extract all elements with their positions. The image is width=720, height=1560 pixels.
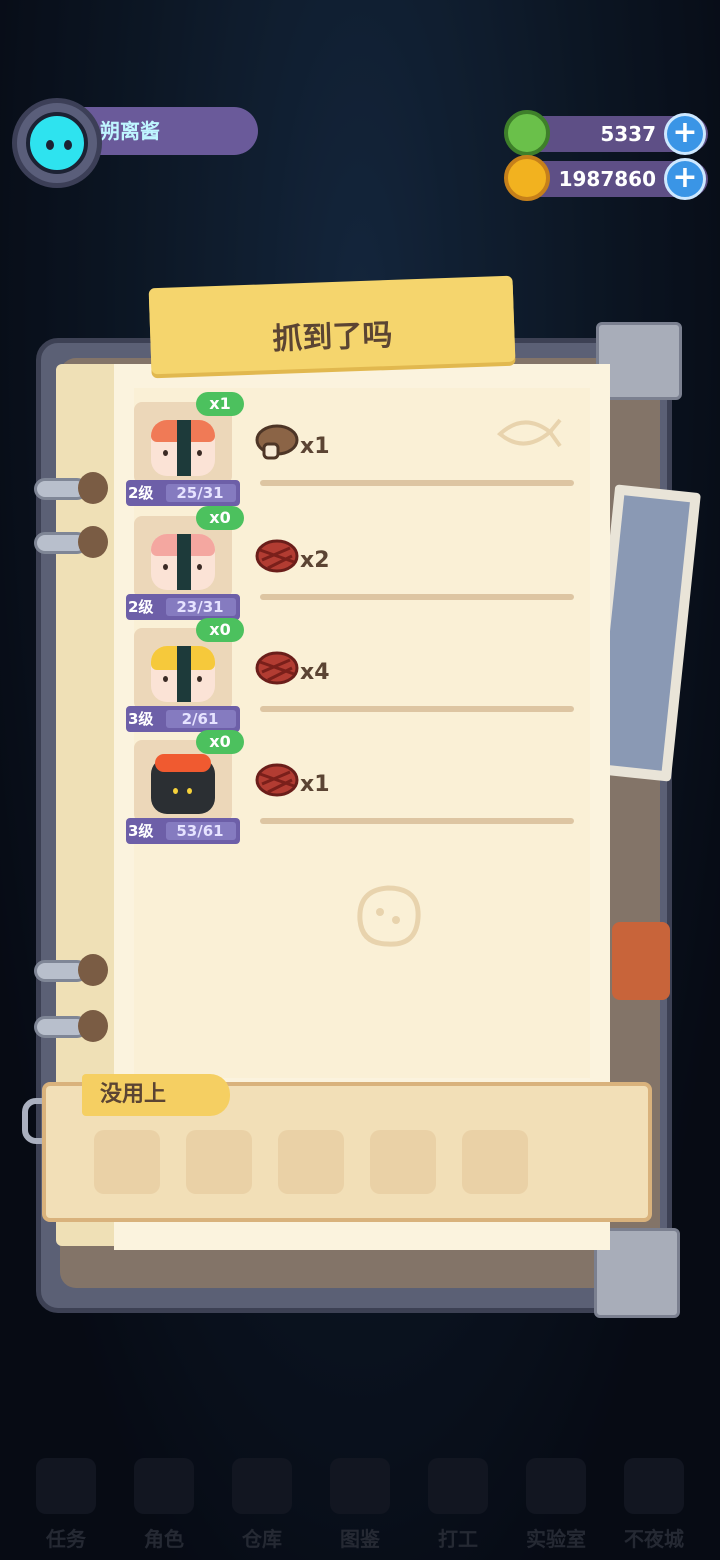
empty-slot[interactable] — [370, 1130, 436, 1194]
level-bar: 3级 2/61 — [126, 706, 240, 732]
level-label: 3级 — [128, 710, 154, 728]
shrimp-nigiri-icon — [151, 534, 215, 590]
gold-coin-icon — [504, 155, 550, 201]
list-item[interactable]: x0 3级 2/61 x4 — [126, 618, 586, 738]
title-tab: 抓到了吗 — [148, 275, 516, 375]
ingredient-count: x1 — [300, 772, 330, 797]
level-label: 2级 — [128, 598, 154, 616]
count-badge: x1 — [196, 392, 244, 416]
gem-value: 5337 — [600, 122, 656, 146]
level-bar: 2级 25/31 — [126, 480, 240, 506]
empty-slot[interactable] — [186, 1130, 252, 1194]
coin-counter: 1987860 + — [504, 155, 708, 201]
level-label: 2级 — [128, 484, 154, 502]
locked-ingredient-icon — [255, 763, 299, 797]
locked-ingredient-icon — [255, 539, 299, 573]
panel-title: 抓到了吗 — [271, 317, 394, 358]
avatar[interactable] — [12, 98, 102, 188]
level-label: 3级 — [128, 822, 154, 840]
divider — [260, 480, 574, 486]
add-coin-button[interactable]: + — [664, 158, 706, 200]
gem-counter: 5337 + — [504, 110, 708, 156]
level-progress: 25/31 — [176, 484, 224, 502]
level-bar: 3级 53/61 — [126, 818, 240, 844]
ingredient-count: x4 — [300, 660, 330, 685]
ingredient-count: x1 — [300, 434, 330, 459]
count-badge: x0 — [196, 506, 244, 530]
binder-ring — [34, 472, 108, 504]
ikura-gunkan-icon — [151, 754, 215, 814]
level-progress: 53/61 — [176, 822, 224, 840]
binder-ring — [34, 526, 108, 558]
count-badge: x0 — [196, 618, 244, 642]
count-badge: x0 — [196, 730, 244, 754]
cat-avatar-icon — [26, 112, 88, 174]
salmon-nigiri-icon — [151, 420, 215, 476]
empty-slot[interactable] — [94, 1130, 160, 1194]
divider — [260, 706, 574, 712]
tamago-nigiri-icon — [151, 646, 215, 702]
potato-doodle-icon — [357, 885, 421, 947]
empty-slot[interactable] — [278, 1130, 344, 1194]
list-item[interactable]: x0 3级 53/61 x1 — [126, 730, 586, 850]
binder-ring — [34, 1010, 108, 1042]
mushroom-icon — [255, 424, 299, 460]
locked-ingredient-icon — [255, 651, 299, 685]
empty-slot[interactable] — [462, 1130, 528, 1194]
add-gem-button[interactable]: + — [664, 113, 706, 155]
coin-value: 1987860 — [558, 167, 656, 191]
list-item[interactable]: x0 2级 23/31 x2 — [126, 506, 586, 626]
level-progress: 2/61 — [181, 710, 219, 728]
level-progress: 23/31 — [176, 598, 224, 616]
fish-doodle-icon — [496, 418, 562, 448]
green-gem-icon — [504, 110, 550, 156]
binder-ring — [34, 954, 108, 986]
divider — [260, 818, 574, 824]
level-bar: 2级 23/31 — [126, 594, 240, 620]
divider — [260, 594, 574, 600]
unused-label: 没用上 — [82, 1074, 230, 1116]
bookmark-tag — [612, 922, 670, 1000]
player-name: 朔离酱 — [76, 107, 258, 155]
ingredient-count: x2 — [300, 548, 330, 573]
